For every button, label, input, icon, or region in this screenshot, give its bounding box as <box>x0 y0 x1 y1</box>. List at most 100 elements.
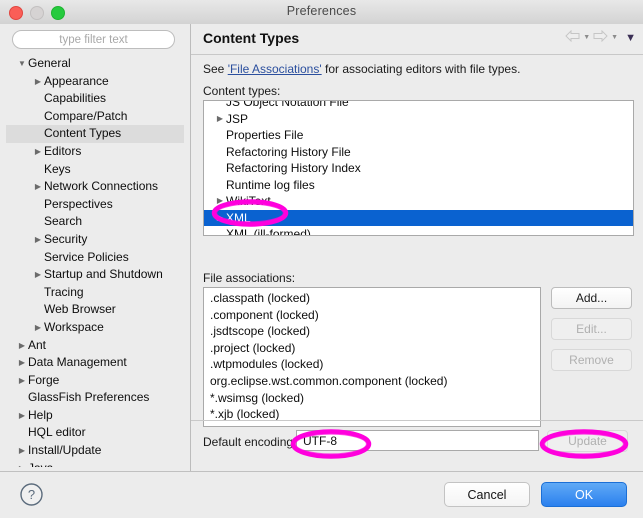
sidebar-item-service-policies[interactable]: Service Policies <box>6 249 184 267</box>
sidebar-item-security[interactable]: ▶ Security <box>6 231 184 249</box>
sidebar-item-label: Keys <box>44 161 71 176</box>
sidebar-item-capabilities[interactable]: Capabilities <box>6 90 184 108</box>
content-type-row[interactable]: ▶ XML <box>204 209 633 227</box>
sidebar-item-perspectives[interactable]: Perspectives <box>6 196 184 214</box>
sidebar-item-help[interactable]: ▶ Help <box>6 407 184 425</box>
ok-button[interactable]: OK <box>541 482 627 507</box>
sidebar-item-workspace[interactable]: ▶ Workspace <box>6 319 184 337</box>
svg-text:?: ? <box>28 487 35 502</box>
sidebar-item-search[interactable]: Search <box>6 213 184 231</box>
content-types-list[interactable]: JS Object Notation File ▶ JSP Properties Fi… <box>203 100 634 236</box>
sidebar-item-label: Appearance <box>44 73 109 88</box>
file-associations-label: File associations: <box>203 271 296 285</box>
sidebar-item-label: Data Management <box>28 355 127 370</box>
content-type-row[interactable]: Runtime log files <box>204 177 633 194</box>
update-button: Update <box>547 430 628 452</box>
help-circle-icon[interactable]: ? <box>19 482 44 507</box>
twisty-right-icon[interactable]: ▶ <box>32 73 44 91</box>
sidebar-item-glassfish-preferences[interactable]: GlassFish Preferences <box>6 389 184 407</box>
content-type-label: JS Object Notation File <box>226 100 349 109</box>
sidebar-item-label: Workspace <box>44 319 104 334</box>
twisty-right-icon[interactable]: ▶ <box>214 193 226 210</box>
sidebar-item-label: Startup and Shutdown <box>44 267 163 282</box>
sidebar-item-content-types[interactable]: Content Types <box>6 125 184 143</box>
twisty-down-icon[interactable]: ▼ <box>16 55 28 73</box>
file-association-row[interactable]: .wtpmodules (locked) <box>204 356 540 373</box>
page-title: Content Types <box>203 30 300 46</box>
twisty-right-icon[interactable]: ▶ <box>32 143 44 161</box>
twisty-right-icon[interactable]: ▶ <box>214 111 226 128</box>
content-type-row[interactable]: Refactoring History File <box>204 144 633 161</box>
default-encoding-label: Default encoding: <box>203 435 297 449</box>
file-association-row[interactable]: .classpath (locked) <box>204 290 540 307</box>
content-type-label: JSP <box>226 111 249 126</box>
sidebar-item-label: Java <box>28 460 53 467</box>
file-association-row[interactable]: .component (locked) <box>204 307 540 324</box>
default-encoding-input[interactable] <box>296 430 539 451</box>
twisty-right-icon[interactable]: ▶ <box>214 210 226 227</box>
file-association-row[interactable]: .jsdtscope (locked) <box>204 323 540 340</box>
content-type-label: XML (ill-formed) <box>226 227 311 236</box>
filter-input[interactable] <box>12 30 175 49</box>
sidebar-item-label: Content Types <box>44 126 122 141</box>
content-type-label: XML <box>226 210 251 225</box>
file-associations-link[interactable]: 'File Associations' <box>228 62 322 76</box>
dialog-footer: ? Cancel OK <box>0 471 643 518</box>
twisty-right-icon[interactable]: ▶ <box>32 178 44 196</box>
file-associations-list[interactable]: .classpath (locked) .component (locked) .j… <box>203 287 541 427</box>
sidebar-item-data-management[interactable]: ▶ Data Management <box>6 354 184 372</box>
content-type-label: WikiText <box>226 194 271 208</box>
content-type-row[interactable]: XML (ill-formed) <box>204 226 633 236</box>
sidebar-item-label: GlassFish Preferences <box>28 390 150 405</box>
sidebar: ▼General▶AppearanceCapabilitiesCompare/P… <box>0 24 190 471</box>
chevron-down-icon[interactable]: ▼ <box>625 32 636 44</box>
twisty-right-icon[interactable]: ▶ <box>16 372 28 390</box>
sidebar-item-startup-and-shutdown[interactable]: ▶ Startup and Shutdown <box>6 266 184 284</box>
sidebar-item-tracing[interactable]: Tracing <box>6 284 184 302</box>
twisty-right-icon[interactable]: ▶ <box>32 266 44 284</box>
content-type-row[interactable]: ▶ WikiText <box>204 193 633 210</box>
content-type-row[interactable]: JS Object Notation File <box>204 100 633 111</box>
arrow-right-icon[interactable] <box>593 29 608 45</box>
twisty-right-icon[interactable]: ▶ <box>16 407 28 425</box>
sidebar-item-editors[interactable]: ▶ Editors <box>6 143 184 161</box>
title-bar: Preferences <box>0 0 643 25</box>
sidebar-item-ant[interactable]: ▶ Ant <box>6 337 184 355</box>
file-association-row[interactable]: *.xml (locked) <box>204 423 540 426</box>
file-association-row[interactable]: *.wsimsg (locked) <box>204 390 540 407</box>
sidebar-item-general[interactable]: ▼ General <box>6 55 184 73</box>
file-association-row[interactable]: .project (locked) <box>204 340 540 357</box>
sidebar-item-label: Ant <box>28 337 47 352</box>
content-types-label: Content types: <box>203 84 281 98</box>
back-history-caret-icon[interactable]: ▼ <box>583 34 590 41</box>
forward-history-caret-icon[interactable]: ▼ <box>611 34 618 41</box>
twisty-right-icon[interactable]: ▶ <box>16 337 28 355</box>
sidebar-item-forge[interactable]: ▶ Forge <box>6 372 184 390</box>
twisty-right-icon[interactable]: ▶ <box>16 460 28 467</box>
arrow-left-icon[interactable] <box>565 29 580 45</box>
add-button[interactable]: Add... <box>551 287 632 309</box>
sidebar-item-label: Editors <box>44 143 82 158</box>
preferences-tree[interactable]: ▼ General ▶ Appearance Capabilities Compare/P… <box>6 55 184 467</box>
twisty-right-icon[interactable]: ▶ <box>16 442 28 460</box>
content-type-row[interactable]: Properties File <box>204 127 633 144</box>
sidebar-item-hql-editor[interactable]: HQL editor <box>6 424 184 442</box>
content-type-row[interactable]: Refactoring History Index <box>204 160 633 177</box>
sidebar-item-label: Perspectives <box>44 196 113 211</box>
content-panel: Content Types ▼ ▼ ▼ See 'File Associatio… <box>190 24 643 471</box>
twisty-right-icon[interactable]: ▶ <box>16 354 28 372</box>
twisty-right-icon[interactable]: ▶ <box>32 231 44 249</box>
content-type-row[interactable]: ▶ JSP <box>204 111 633 128</box>
sidebar-item-network-connections[interactable]: ▶ Network Connections <box>6 178 184 196</box>
sidebar-item-compare-patch[interactable]: Compare/Patch <box>6 108 184 126</box>
sidebar-item-label: Service Policies <box>44 249 129 264</box>
sidebar-item-web-browser[interactable]: Web Browser <box>6 301 184 319</box>
twisty-right-icon[interactable]: ▶ <box>32 319 44 337</box>
sidebar-item-appearance[interactable]: ▶ Appearance <box>6 73 184 91</box>
content-type-label: Runtime log files <box>226 177 315 192</box>
sidebar-item-java[interactable]: ▶Java <box>6 460 184 467</box>
cancel-button[interactable]: Cancel <box>444 482 530 507</box>
sidebar-item-install-update[interactable]: ▶ Install/Update <box>6 442 184 460</box>
file-association-row[interactable]: org.eclipse.wst.common.component (locked… <box>204 373 540 390</box>
sidebar-item-keys[interactable]: Keys <box>6 161 184 179</box>
